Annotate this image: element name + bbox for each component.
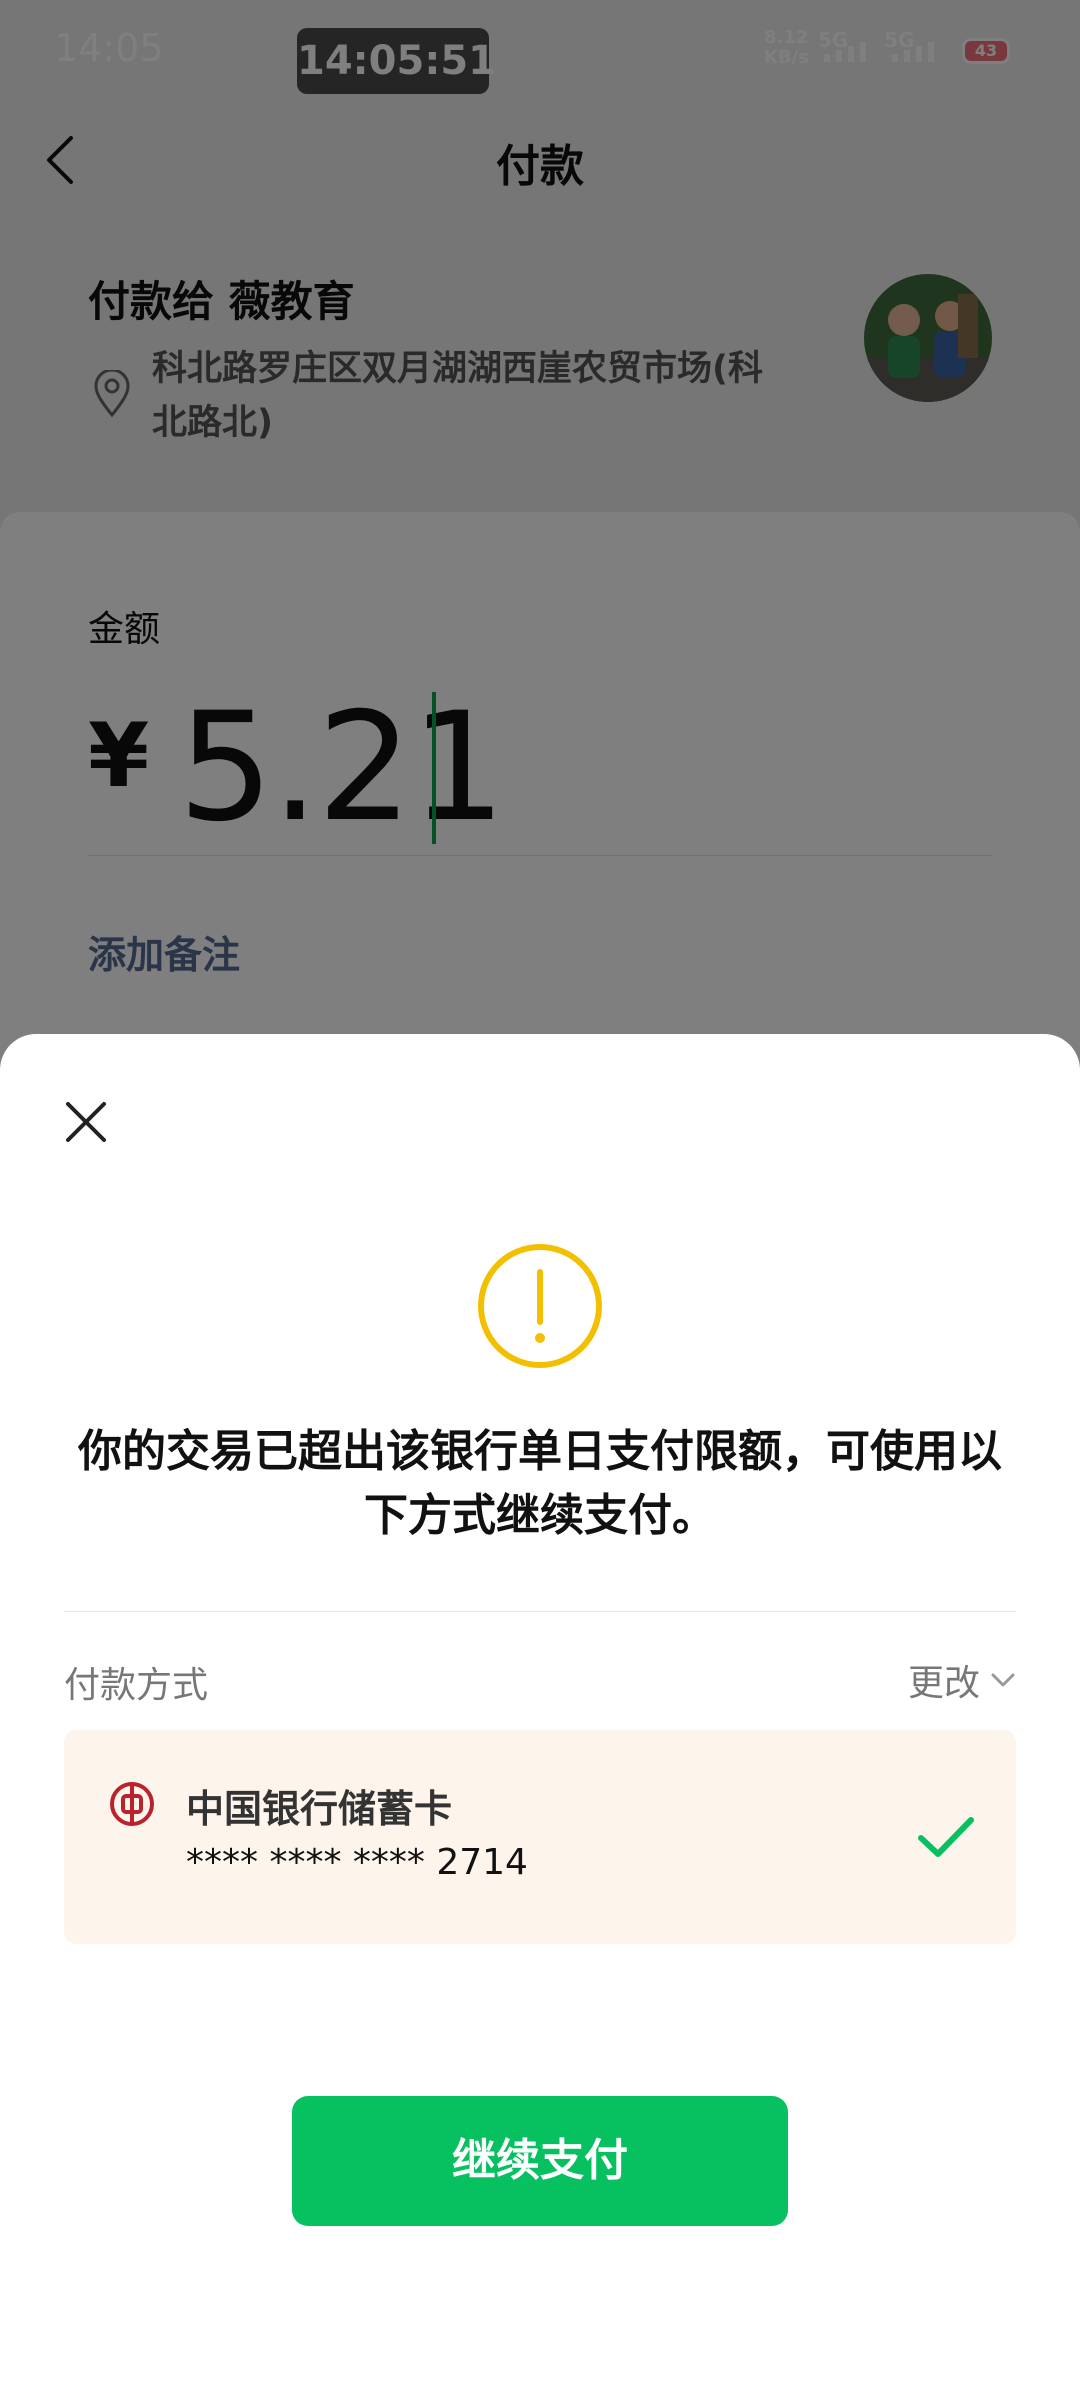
card-number-last4: 2714: [436, 1842, 528, 1883]
payment-method-label: 付款方式: [64, 1665, 209, 1706]
bank-limit-sheet: 你的交易已超出该银行单日支付限额，可使用以下方式继续支付。 付款方式 更改 中国…: [0, 1034, 1080, 2400]
change-method-button[interactable]: 更改: [908, 1654, 1016, 1706]
divider: [64, 1611, 1016, 1612]
limit-exceeded-message: 你的交易已超出该银行单日支付限额，可使用以下方式继续支付。: [78, 1426, 1002, 1541]
bank-of-china-icon: [110, 1782, 154, 1826]
card-number-mask: **** **** ****: [186, 1842, 425, 1883]
card-number: **** **** **** 2714: [186, 1842, 528, 1883]
close-icon: [66, 1102, 106, 1142]
change-method-label: 更改: [907, 1663, 980, 1704]
close-button[interactable]: [58, 1094, 114, 1150]
selected-card-option[interactable]: 中国银行储蓄卡 **** **** **** 2714: [64, 1730, 1016, 1944]
continue-payment-button[interactable]: 继续支付: [292, 2096, 788, 2226]
bank-card-name: 中国银行储蓄卡: [186, 1787, 453, 1831]
chevron-down-icon: [991, 1673, 1015, 1687]
check-icon: [918, 1817, 974, 1857]
warning-icon: [478, 1244, 602, 1368]
